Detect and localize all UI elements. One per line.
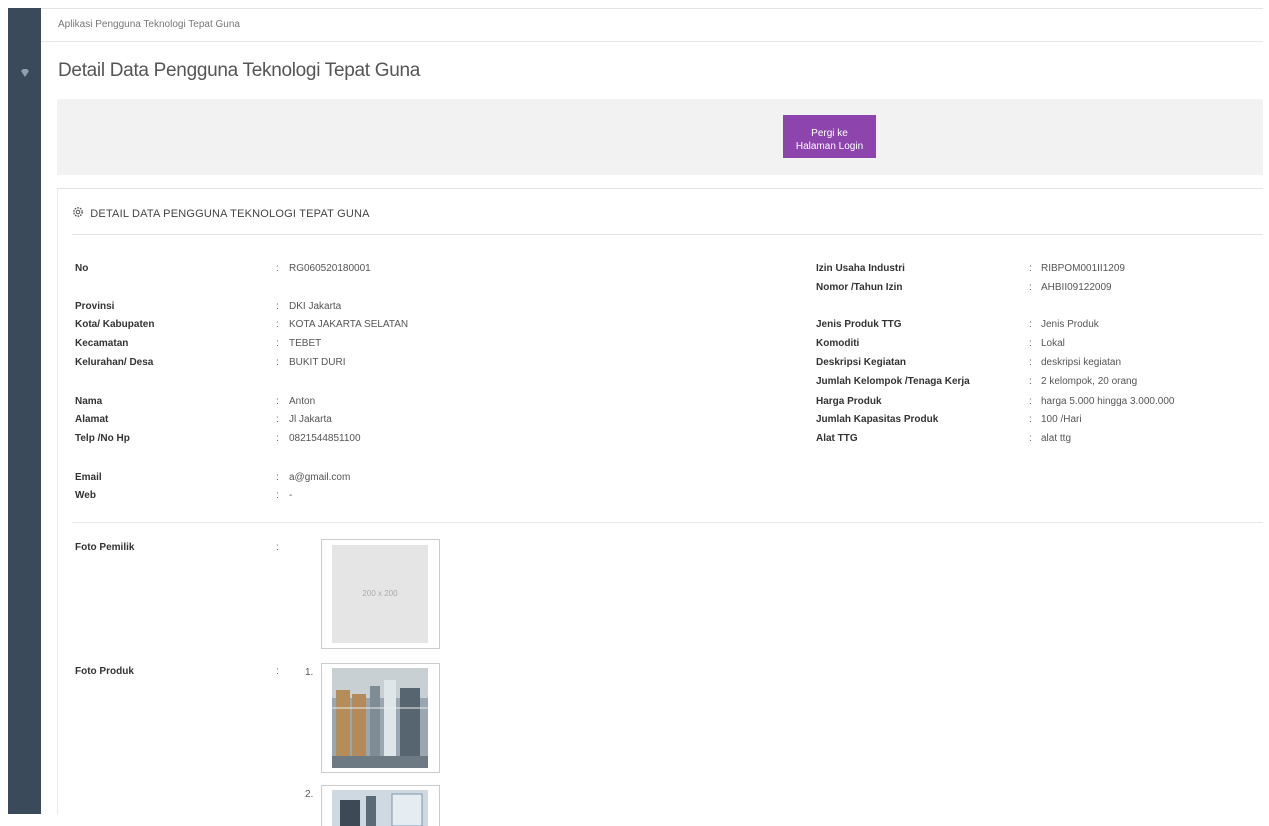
owner-photo-placeholder: 200 x 200	[332, 545, 428, 643]
field-colon: :	[1029, 282, 1032, 293]
product-photo-image	[332, 668, 428, 768]
field-colon: :	[1029, 357, 1032, 368]
field-label: Alamat	[75, 414, 109, 425]
field-colon: :	[1029, 396, 1032, 407]
field-value: RG060520180001	[289, 263, 371, 274]
field-label: Web	[75, 490, 96, 501]
field-colon: :	[1029, 319, 1032, 330]
sidebar	[8, 8, 41, 814]
panel-heading: DETAIL DATA PENGGUNA TEKNOLOGI TEPAT GUN…	[72, 189, 1263, 235]
field-colon: :	[276, 542, 279, 553]
go-to-login-button[interactable]: Pergi ke Halaman Login	[783, 115, 876, 158]
diamond-icon[interactable]	[20, 68, 30, 78]
detail-panel: DETAIL DATA PENGGUNA TEKNOLOGI TEPAT GUN…	[57, 188, 1263, 826]
product-photo-number: 1.	[305, 667, 314, 678]
field-value: Jenis Produk	[1041, 319, 1099, 330]
app-title: Aplikasi Pengguna Teknologi Tepat Guna	[41, 9, 1263, 42]
field-label: Harga Produk	[816, 396, 882, 407]
product-photo-number: 2.	[305, 789, 314, 800]
field-value: deskripsi kegiatan	[1041, 357, 1122, 368]
login-button-line1: Pergi ke	[811, 128, 848, 139]
field-colon: :	[276, 263, 279, 274]
field-label: No	[75, 263, 89, 274]
field-label: Jumlah Kapasitas Produk	[816, 414, 939, 425]
field-label: Komoditi	[816, 338, 860, 349]
owner-photo[interactable]: 200 x 200	[321, 539, 440, 649]
field-value: a@gmail.com	[289, 472, 351, 483]
field-label: Deskripsi Kegiatan	[816, 357, 907, 368]
field-value: BUKIT DURI	[289, 357, 346, 368]
field-colon: :	[276, 414, 279, 425]
field-label: Kota/ Kabupaten	[75, 319, 155, 330]
field-colon: :	[276, 357, 279, 368]
login-button-line2: Halaman Login	[795, 141, 864, 152]
field-value: Anton	[289, 396, 316, 407]
photo-product-label: Foto Produk	[75, 666, 134, 677]
product-photo-2[interactable]	[321, 785, 440, 826]
field-colon: :	[1029, 263, 1032, 274]
field-value: RIBPOM001II1209	[1041, 263, 1125, 274]
field-label: Telp /No Hp	[75, 433, 130, 444]
field-colon: :	[1029, 433, 1032, 444]
action-bar: Pergi ke Halaman Login	[57, 99, 1263, 175]
field-value: DKI Jakarta	[289, 301, 342, 312]
field-label: Email	[75, 472, 102, 483]
field-colon: :	[276, 433, 279, 444]
field-label: Jumlah Kelompok /Tenaga Kerja	[816, 376, 970, 387]
page-title: Detail Data Pengguna Teknologi Tepat Gun…	[58, 60, 420, 81]
panel-heading-text: DETAIL DATA PENGGUNA TEKNOLOGI TEPAT GUN…	[90, 208, 370, 220]
field-value: -	[289, 490, 293, 501]
field-label: Nomor /Tahun Izin	[816, 282, 903, 293]
field-value: Jl Jakarta	[289, 414, 332, 425]
field-colon: :	[276, 490, 279, 501]
section-divider	[72, 522, 1263, 523]
field-colon: :	[276, 301, 279, 312]
field-label: Jenis Produk TTG	[816, 319, 902, 330]
field-colon: :	[276, 319, 279, 330]
field-label: Kecamatan	[75, 338, 129, 349]
field-label: Kelurahan/ Desa	[75, 357, 154, 368]
product-photo-image	[332, 790, 428, 826]
field-colon: :	[276, 472, 279, 483]
field-label: Alat TTG	[816, 433, 858, 444]
field-label: Nama	[75, 396, 103, 407]
product-photo-1[interactable]	[321, 663, 440, 773]
field-value: alat ttg	[1041, 433, 1072, 444]
field-value: 2 kelompok, 20 orang	[1041, 376, 1138, 387]
field-value: Lokal	[1041, 338, 1065, 349]
field-label: Provinsi	[75, 301, 115, 312]
field-colon: :	[276, 396, 279, 407]
field-colon: :	[276, 338, 279, 349]
field-colon: :	[1029, 414, 1032, 425]
field-value: KOTA JAKARTA SELATAN	[289, 319, 409, 330]
field-value: harga 5.000 hingga 3.000.000	[1041, 396, 1175, 407]
field-colon: :	[1029, 338, 1032, 349]
field-value: AHBII09122009	[1041, 282, 1112, 293]
field-colon: :	[276, 666, 279, 677]
field-value: TEBET	[289, 338, 322, 349]
field-label: Izin Usaha Industri	[816, 263, 905, 274]
gear-icon	[73, 207, 83, 217]
field-value: 0821544851100	[289, 433, 361, 444]
photo-owner-label: Foto Pemilik	[75, 542, 135, 553]
field-colon: :	[1029, 376, 1032, 387]
field-value: 100 /Hari	[1041, 414, 1082, 425]
